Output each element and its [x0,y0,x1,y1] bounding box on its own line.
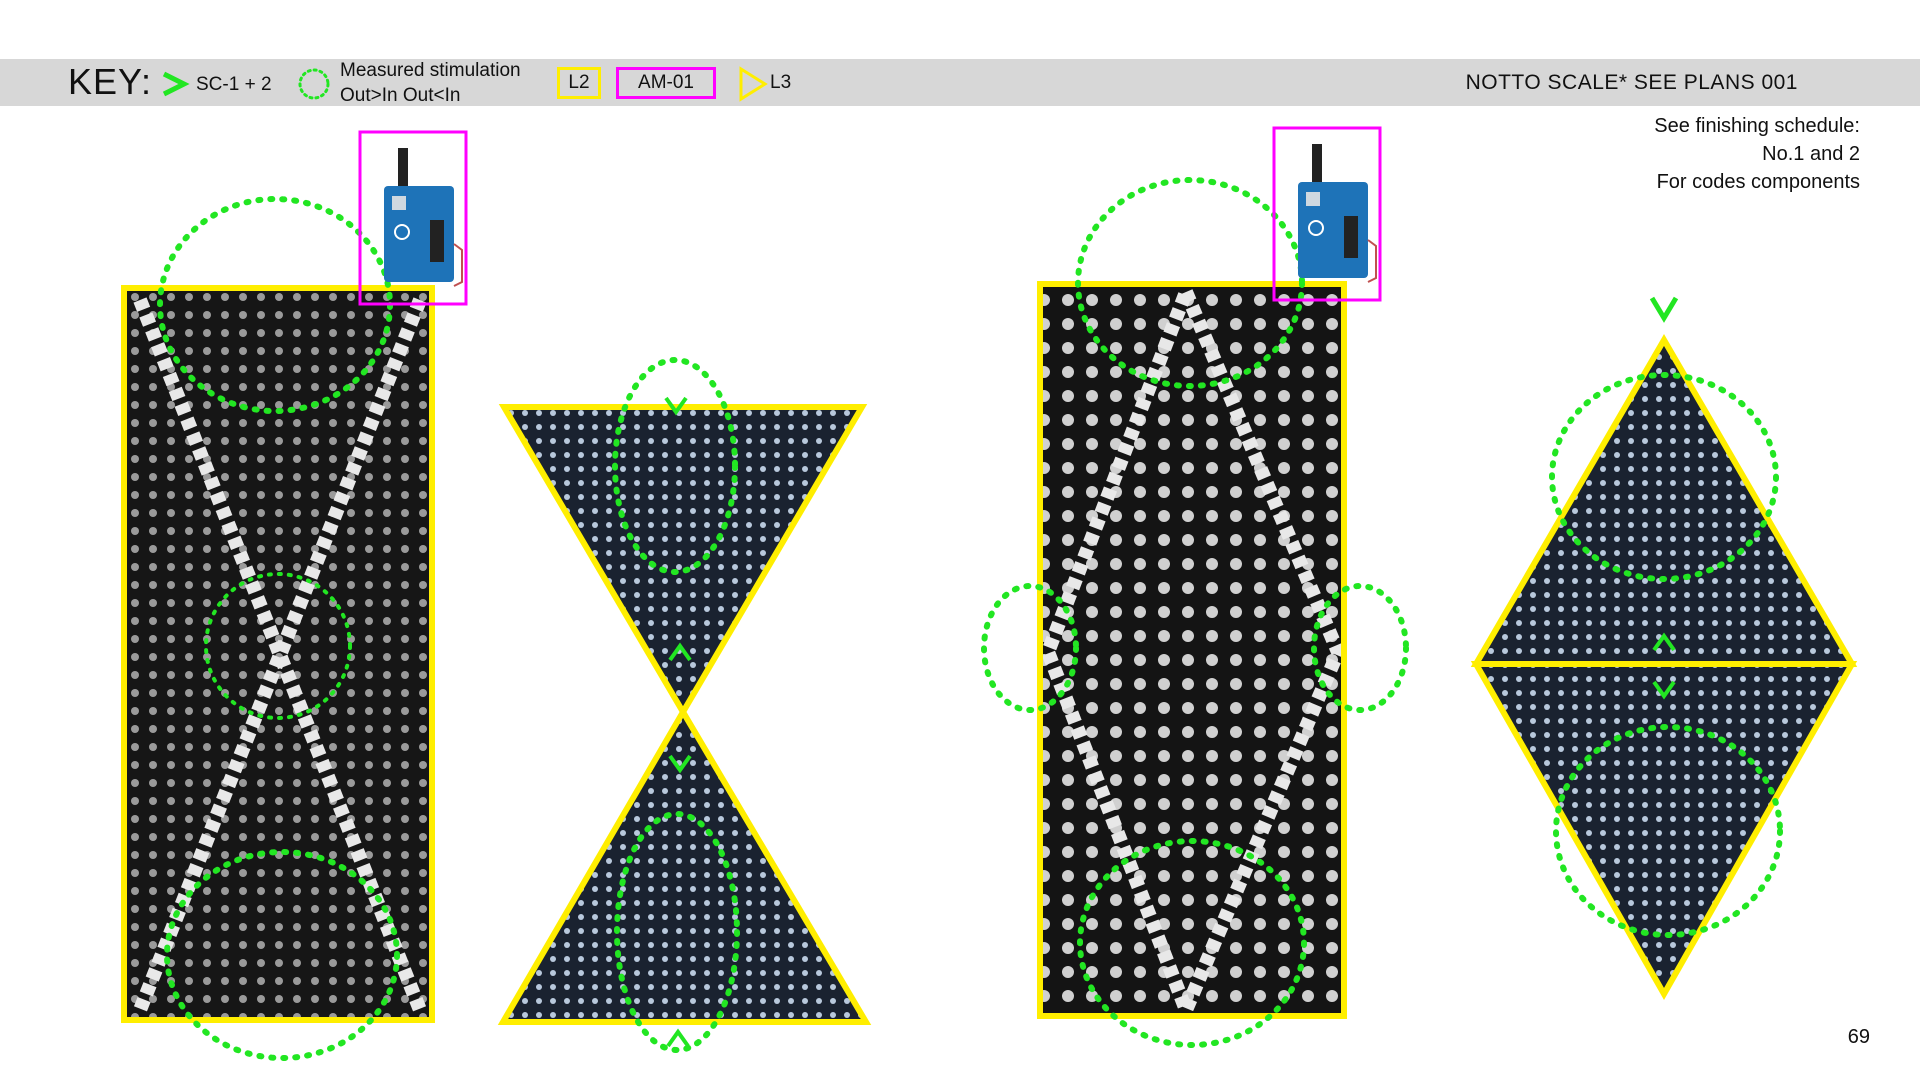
panel-4-chevron-down-icon [1649,296,1679,323]
panel-1-x-pattern [121,196,435,1061]
panel-3-diamond-pattern [981,177,1409,1048]
panel-2-bottom-texture [503,712,866,1022]
panel-4-double-triangle [1470,296,1858,1001]
arduino-board-icon-2 [1272,126,1382,302]
panel-4-bottom-texture [1476,664,1852,994]
panel-2-hourglass [497,357,872,1053]
diagram-canvas [121,126,1858,1061]
panel-4-top-texture [1476,340,1852,664]
panel-2-chevron-up-icon-2 [666,1028,690,1048]
panel-2-top-texture [504,407,862,712]
arduino-board-icon [358,130,468,306]
